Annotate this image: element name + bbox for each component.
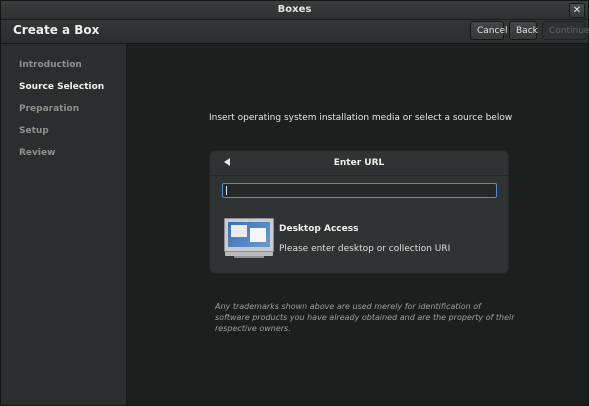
- sidebar-item-introduction: Introduction: [19, 60, 82, 70]
- close-icon[interactable]: ✕: [569, 3, 585, 18]
- monitor-base: [234, 256, 264, 258]
- continue-button[interactable]: Continue: [542, 21, 589, 40]
- url-input[interactable]: [222, 183, 497, 198]
- boxes-window: Boxes ✕ Create a Box Cancel Back Continu…: [0, 0, 589, 406]
- text-cursor: [226, 186, 227, 195]
- sidebar-item-review: Review: [19, 148, 56, 158]
- desktop-monitor-icon[interactable]: [224, 218, 274, 260]
- cancel-button[interactable]: Cancel: [470, 21, 508, 40]
- sidebar-item-source-selection: Source Selection: [19, 82, 105, 92]
- page-title: Create a Box: [13, 23, 100, 37]
- monitor-frame: [224, 218, 274, 252]
- desktop-access-subtitle: Please enter desktop or collection URI: [279, 244, 451, 254]
- desktop-access-title[interactable]: Desktop Access: [279, 224, 358, 234]
- sidebar-item-setup: Setup: [19, 126, 49, 136]
- panel-title: Enter URL: [333, 158, 385, 168]
- wizard-sidebar: Introduction Source Selection Preparatio…: [1, 44, 127, 405]
- sidebar-item-preparation: Preparation: [19, 104, 80, 114]
- instruction-text: Insert operating system installation med…: [209, 113, 513, 123]
- main-content: Insert operating system installation med…: [127, 44, 588, 405]
- monitor-screen: [228, 222, 270, 247]
- screen-window-2: [250, 228, 266, 242]
- panel-header: Enter URL: [210, 151, 508, 176]
- screen-window-1: [231, 225, 247, 237]
- enter-url-panel: Enter URL Desktop Access Please enter de…: [209, 150, 509, 274]
- back-button[interactable]: Back: [509, 21, 538, 40]
- window-titlebar[interactable]: Boxes ✕: [1, 1, 588, 20]
- window-title: Boxes: [277, 4, 312, 15]
- header-bar: Create a Box Cancel Back Continue: [1, 20, 589, 44]
- trademark-disclaimer: Any trademarks shown above are used mere…: [215, 302, 515, 333]
